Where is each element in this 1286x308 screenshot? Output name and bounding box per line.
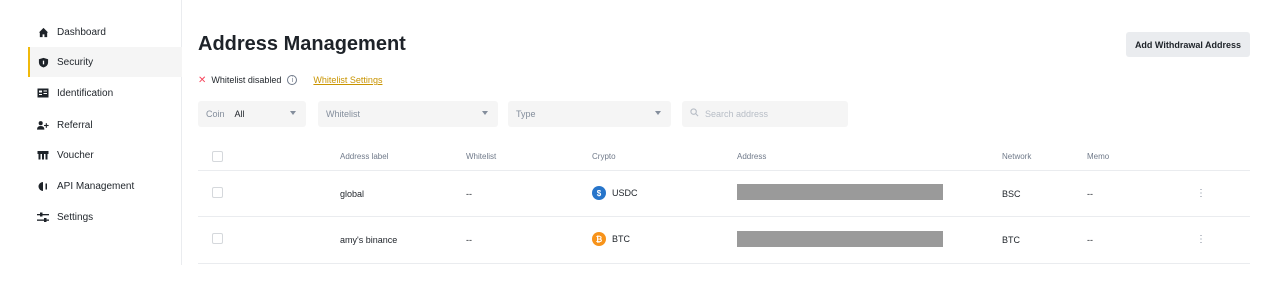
sidebar-item-label: API Management xyxy=(57,180,135,192)
chevron-down-icon xyxy=(655,111,661,115)
sidebar-item-label: Referral xyxy=(57,119,93,131)
id-card-icon xyxy=(37,87,49,99)
crypto-cell: ₿ BTC xyxy=(592,232,630,246)
whitelist-cell: -- xyxy=(466,189,472,199)
add-withdrawal-address-button[interactable]: Add Withdrawal Address xyxy=(1126,32,1250,57)
column-header-memo: Memo xyxy=(1087,152,1110,161)
sidebar-item-label: Security xyxy=(57,56,94,68)
column-header-network: Network xyxy=(1002,152,1032,161)
x-icon: ✕ xyxy=(198,74,207,86)
shield-icon xyxy=(37,56,49,68)
sidebar-item-settings[interactable]: Settings xyxy=(28,202,182,232)
chevron-down-icon xyxy=(482,111,488,115)
whitelist-status-text: Whitelist disabled xyxy=(211,75,282,85)
divider xyxy=(198,263,1250,264)
select-all-checkbox[interactable] xyxy=(212,151,223,162)
sidebar-item-identification[interactable]: Identification xyxy=(28,78,182,108)
sidebar-item-voucher[interactable]: Voucher xyxy=(28,140,182,170)
divider xyxy=(198,216,1250,217)
voucher-icon xyxy=(37,149,49,161)
page-title: Address Management xyxy=(198,33,406,55)
whitelist-status: ✕ Whitelist disabled i Whitelist Setting… xyxy=(198,73,382,87)
usdc-icon: $ xyxy=(592,186,606,200)
crypto-symbol: BTC xyxy=(612,234,630,244)
home-icon xyxy=(37,26,49,38)
sliders-icon xyxy=(37,211,49,223)
network-cell: BSC xyxy=(1002,189,1021,199)
address-label-cell: global xyxy=(340,189,365,199)
sidebar-item-security[interactable]: Security xyxy=(28,47,182,77)
address-redacted xyxy=(737,184,943,200)
search-icon xyxy=(690,108,699,120)
sidebar-item-label: Dashboard xyxy=(57,26,106,38)
sidebar-item-api-management[interactable]: API Management xyxy=(28,171,182,201)
crypto-symbol: USDC xyxy=(612,188,638,198)
whitelist-settings-link[interactable]: Whitelist Settings xyxy=(313,75,382,85)
type-filter-label: Type xyxy=(516,109,536,119)
sidebar-item-label: Settings xyxy=(57,211,94,223)
coin-filter-label: Coin xyxy=(206,109,225,119)
coin-filter[interactable]: Coin All xyxy=(198,101,306,127)
more-options-icon[interactable]: ⋮ xyxy=(1196,188,1206,199)
btc-icon: ₿ xyxy=(592,232,606,246)
search-input[interactable] xyxy=(705,109,835,119)
network-cell: BTC xyxy=(1002,235,1020,245)
whitelist-filter[interactable]: Whitelist xyxy=(318,101,498,127)
memo-cell: -- xyxy=(1087,235,1093,245)
column-header-whitelist: Whitelist xyxy=(466,152,497,161)
sidebar-item-label: Identification xyxy=(57,87,114,99)
whitelist-filter-label: Whitelist xyxy=(326,109,361,119)
crypto-cell: $ USDC xyxy=(592,186,638,200)
search-box[interactable] xyxy=(682,101,848,127)
chevron-down-icon xyxy=(290,111,296,115)
row-checkbox[interactable] xyxy=(212,233,223,244)
memo-cell: -- xyxy=(1087,189,1093,199)
address-label-cell: amy's binance xyxy=(340,235,398,245)
sidebar-item-label: Voucher xyxy=(57,149,94,161)
sidebar-item-referral[interactable]: Referral xyxy=(28,110,182,140)
api-icon xyxy=(37,180,49,192)
add-user-icon xyxy=(37,119,49,131)
sidebar-item-dashboard[interactable]: Dashboard xyxy=(28,17,182,47)
info-icon[interactable]: i xyxy=(287,75,298,85)
coin-filter-value: All xyxy=(234,109,245,119)
divider xyxy=(198,170,1250,171)
column-header-address-label: Address label xyxy=(340,152,389,161)
more-options-icon[interactable]: ⋮ xyxy=(1196,234,1206,245)
address-redacted xyxy=(737,231,943,247)
row-checkbox[interactable] xyxy=(212,187,223,198)
column-header-address: Address xyxy=(737,152,767,161)
type-filter[interactable]: Type xyxy=(508,101,671,127)
sidebar: Dashboard Security Identification Referr… xyxy=(0,0,182,265)
column-header-crypto: Crypto xyxy=(592,152,616,161)
whitelist-cell: -- xyxy=(466,235,472,245)
